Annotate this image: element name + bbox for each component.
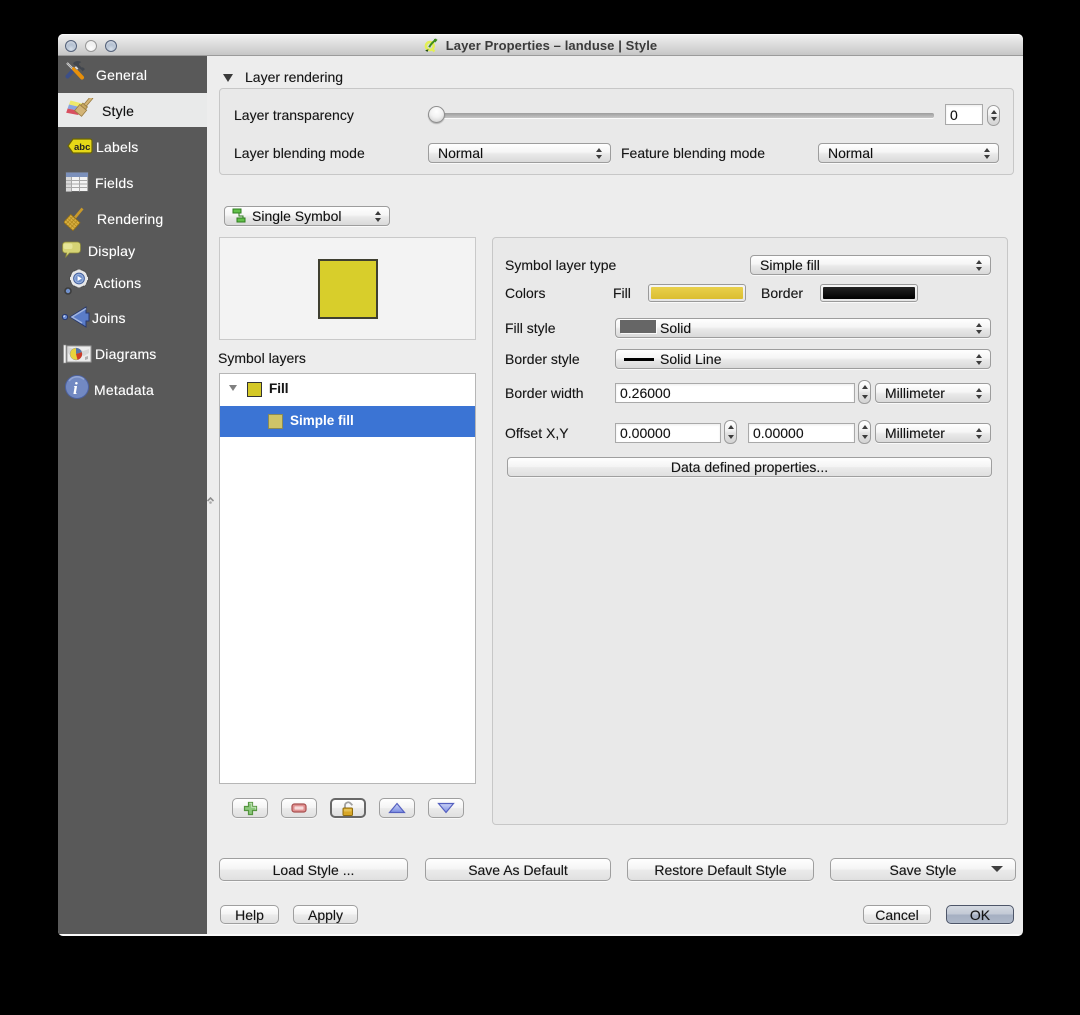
svg-text:abc: abc [74,142,90,153]
svg-text:i: i [73,379,78,398]
